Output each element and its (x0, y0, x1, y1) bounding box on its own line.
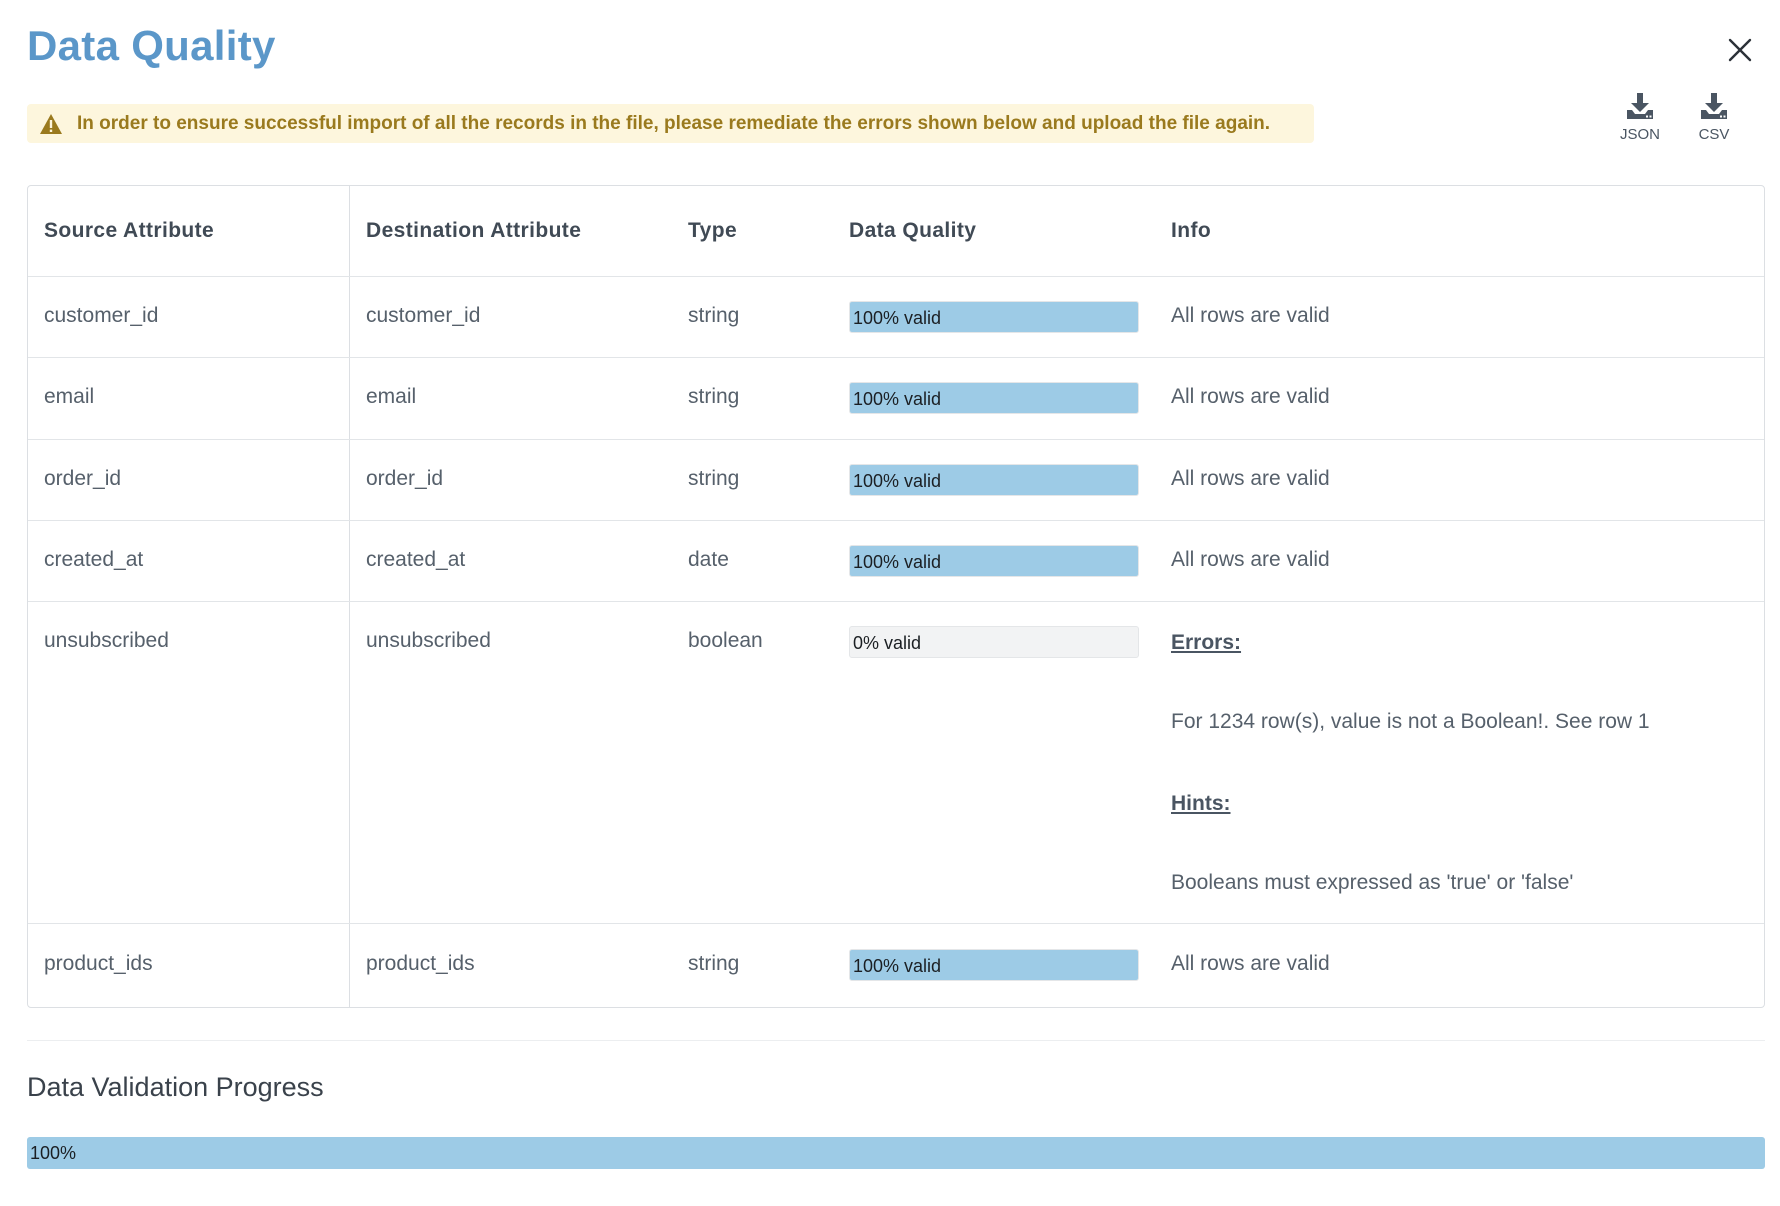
error-text: For 1234 row(s), value is not a Boolean!… (1171, 710, 1650, 733)
data-quality-table: Source Attribute Destination Attribute T… (27, 185, 1765, 1008)
download-icon (1701, 93, 1727, 119)
table-row: product_ids product_ids string 100% vali… (28, 924, 1764, 1007)
warning-banner: In order to ensure successful import of … (27, 104, 1314, 143)
attribute-type: string (688, 304, 740, 327)
download-json-button[interactable]: JSON (1605, 92, 1675, 152)
quality-label: 0% valid (853, 633, 922, 653)
quality-bar: 100% valid (849, 464, 1139, 496)
info-text: All rows are valid (1171, 548, 1330, 571)
errors-heading: Errors: (1171, 631, 1242, 654)
destination-attribute: unsubscribed (366, 629, 491, 652)
modal-title: Data Quality (27, 22, 276, 69)
section-divider (27, 1040, 1765, 1041)
download-json-label: JSON (1619, 126, 1660, 143)
info-text: All rows are valid (1171, 952, 1330, 975)
warning-message: In order to ensure successful import of … (77, 112, 1271, 134)
source-attribute: email (44, 385, 95, 408)
quality-label: 100% valid (853, 552, 942, 572)
source-attribute: product_ids (44, 952, 153, 975)
destination-attribute: order_id (366, 467, 444, 490)
attribute-type: string (688, 385, 740, 408)
table-row: customer_id customer_id string 100% vali… (28, 277, 1764, 358)
source-attribute: customer_id (44, 304, 159, 327)
info-text: All rows are valid (1171, 385, 1330, 408)
quality-bar: 100% valid (849, 949, 1139, 981)
attribute-type: boolean (688, 629, 763, 652)
source-attribute: unsubscribed (44, 629, 169, 652)
quality-bar: 100% valid (849, 545, 1139, 577)
destination-attribute: email (366, 385, 417, 408)
header-destination-attribute: Destination Attribute (366, 219, 582, 242)
attribute-type: string (688, 467, 740, 490)
progress-title: Data Validation Progress (27, 1072, 324, 1102)
quality-bar: 0% valid (849, 626, 1139, 658)
header-type: Type (688, 219, 738, 242)
info-text: All rows are valid (1171, 304, 1330, 327)
quality-label: 100% valid (853, 471, 942, 491)
info-text: All rows are valid (1171, 467, 1330, 490)
header-info: Info (1171, 219, 1212, 242)
validation-progress-bar: 100% (27, 1137, 1765, 1169)
destination-attribute: customer_id (366, 304, 481, 327)
table-row: email email string 100% valid All rows a… (28, 358, 1764, 440)
download-csv-label: CSV (1698, 126, 1730, 143)
table-row: created_at created_at date 100% valid Al… (28, 521, 1764, 602)
source-attribute: created_at (44, 548, 144, 571)
hints-heading: Hints: (1171, 792, 1231, 815)
destination-attribute: created_at (366, 548, 466, 571)
source-attribute: order_id (44, 467, 122, 490)
attribute-type: string (688, 952, 740, 975)
download-csv-button[interactable]: CSV (1679, 92, 1749, 152)
quality-label: 100% valid (853, 308, 942, 328)
close-icon (1728, 38, 1752, 62)
table-row: order_id order_id string 100% valid All … (28, 440, 1764, 521)
progress-label: 100% (30, 1143, 77, 1163)
table-header-row: Source Attribute Destination Attribute T… (28, 186, 1764, 277)
header-source-attribute: Source Attribute (44, 219, 215, 242)
close-button[interactable] (1720, 30, 1760, 70)
download-icon (1627, 93, 1653, 119)
attribute-type: date (688, 548, 729, 571)
quality-label: 100% valid (853, 389, 942, 409)
table-row: unsubscribed unsubscribed boolean 0% val… (28, 602, 1764, 924)
quality-label: 100% valid (853, 956, 942, 976)
warning-icon (40, 113, 62, 134)
quality-bar: 100% valid (849, 301, 1139, 333)
progress-bar-fill (27, 1137, 1765, 1169)
quality-bar: 100% valid (849, 382, 1139, 414)
hint-text: Booleans must expressed as 'true' or 'fa… (1171, 871, 1574, 894)
destination-attribute: product_ids (366, 952, 475, 975)
header-data-quality: Data Quality (849, 219, 977, 242)
